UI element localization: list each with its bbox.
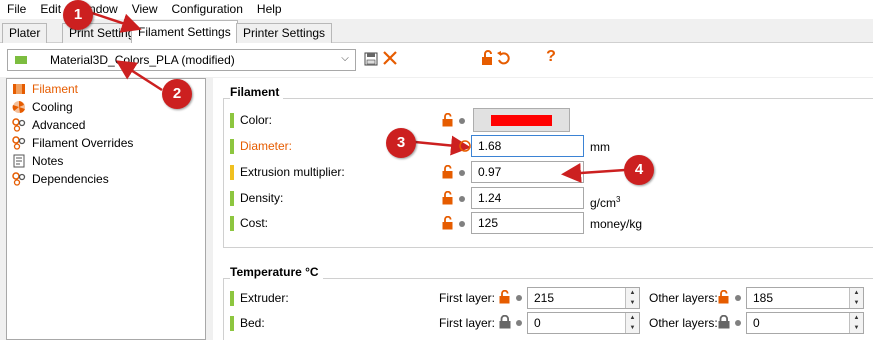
fan-icon [12,100,26,114]
bed-first-layer-input[interactable]: 0 ▲ ▼ [527,312,640,334]
tab-filament-settings[interactable]: Filament Settings [131,20,238,44]
diameter-label: Diameter: [240,139,293,153]
close-icon [383,51,397,65]
extrusion-multiplier-input[interactable]: 0.97 [471,161,584,183]
filament-icon [12,82,26,96]
open-lock-icon[interactable] [499,290,511,304]
system-value-flag [230,139,234,154]
sidebar-item-notes[interactable]: Notes [12,152,63,169]
color-label: Color: [240,113,273,127]
system-value-flag [230,191,234,206]
cost-unit: money/kg [590,217,643,231]
color-picker-button[interactable] [473,108,570,132]
diameter-input[interactable]: 1.68 [471,135,584,157]
density-unit: g/cm3 [590,195,621,210]
reset-dot-icon[interactable] [459,118,465,124]
undo-icon [497,51,510,65]
reset-dot-icon[interactable] [459,170,465,176]
open-lock-icon[interactable] [442,191,454,205]
menu-bar: File Edit Window View Configuration Help [0,0,873,19]
menu-file[interactable]: File [0,0,33,19]
spin-arrows[interactable]: ▲ ▼ [625,313,639,333]
preset-color-swatch [15,56,27,64]
closed-lock-icon[interactable] [499,315,511,329]
color-swatch [491,115,552,126]
reset-dot-icon[interactable] [516,320,522,326]
reset-dot-icon[interactable] [516,295,522,301]
callout-2: 2 [162,79,192,109]
filament-group-title: Filament [230,85,284,99]
notes-icon [12,154,26,168]
preset-bar: Material3D_Colors_PLA (modified) ⌵ ? [0,43,873,77]
bed-other-layers-label: Other layers: [649,316,718,330]
menu-help[interactable]: Help [250,0,289,19]
reset-dot-icon[interactable] [735,295,741,301]
undo-button[interactable] [495,49,513,67]
temperature-group-title: Temperature °C [230,265,323,279]
extruder-label: Extruder: [240,291,289,305]
cog-icon [12,117,26,132]
reset-dot-icon[interactable] [459,196,465,202]
spin-arrows[interactable]: ▲ ▼ [625,288,639,308]
open-lock-icon[interactable] [442,216,454,230]
sidebar-item-cooling[interactable]: Cooling [12,98,73,115]
extruder-first-layer-input[interactable]: 215 ▲ ▼ [527,287,640,309]
help-question-icon[interactable]: ? [542,48,560,66]
cost-input[interactable]: 125 [471,212,584,234]
callout-3: 3 [386,128,416,158]
system-value-flag [230,291,234,306]
diameter-unit: mm [590,140,610,154]
extruder-other-layers-label: Other layers: [649,291,718,305]
save-preset-button[interactable] [362,50,380,68]
user-value-flag [230,165,234,180]
open-lock-icon[interactable] [442,113,454,127]
system-value-flag [230,316,234,331]
closed-lock-icon[interactable] [718,315,730,329]
menu-view[interactable]: View [125,0,165,19]
bed-first-layer-label: First layer: [439,316,496,330]
open-lock-icon [482,50,492,65]
cog-icon [12,171,26,186]
sidebar-item-filament[interactable]: Filament [12,80,78,97]
save-icon [364,52,378,66]
callout-4: 4 [624,155,654,185]
cost-label: Cost: [240,216,269,230]
spin-arrows[interactable]: ▲ ▼ [849,288,863,308]
delete-preset-button[interactable] [381,49,399,67]
bed-other-layers-input[interactable]: 0 ▲ ▼ [746,312,864,334]
density-input[interactable]: 1.24 [471,187,584,209]
extrusion-multiplier-label: Extrusion multiplier: [240,165,345,179]
preset-dropdown[interactable]: Material3D_Colors_PLA (modified) ⌵ [7,49,356,71]
spin-arrows[interactable]: ▲ ▼ [849,313,863,333]
preset-name: Material3D_Colors_PLA (modified) [50,53,235,67]
extruder-other-layers-input[interactable]: 185 ▲ ▼ [746,287,864,309]
sidebar-item-filament-overrides[interactable]: Filament Overrides [12,134,133,151]
tab-plater[interactable]: Plater [2,23,48,43]
open-lock-icon[interactable] [442,165,454,179]
tab-bar: Plater Print Settings Filament Settings … [0,19,873,44]
settings-page: Filament Color: Diameter: 1.68 mm Extrus… [213,78,873,340]
chevron-down-icon: ⌵ [341,53,349,64]
extruder-first-layer-label: First layer: [439,291,496,305]
system-value-flag [230,113,234,128]
reset-dot-icon[interactable] [735,320,741,326]
cog-icon [12,135,26,150]
open-lock-icon[interactable] [718,290,730,304]
sidebar-item-dependencies[interactable]: Dependencies [12,170,109,187]
reset-dot-icon[interactable] [459,221,465,227]
callout-1: 1 [63,0,93,30]
menu-configuration[interactable]: Configuration [165,0,250,19]
tab-printer-settings[interactable]: Printer Settings [236,23,333,43]
settings-tree: Filament Cooling Advanced Filament Overr… [6,78,206,340]
density-label: Density: [240,191,284,205]
sidebar-item-advanced[interactable]: Advanced [12,116,85,133]
system-value-flag [230,216,234,231]
bed-label: Bed: [240,316,265,330]
